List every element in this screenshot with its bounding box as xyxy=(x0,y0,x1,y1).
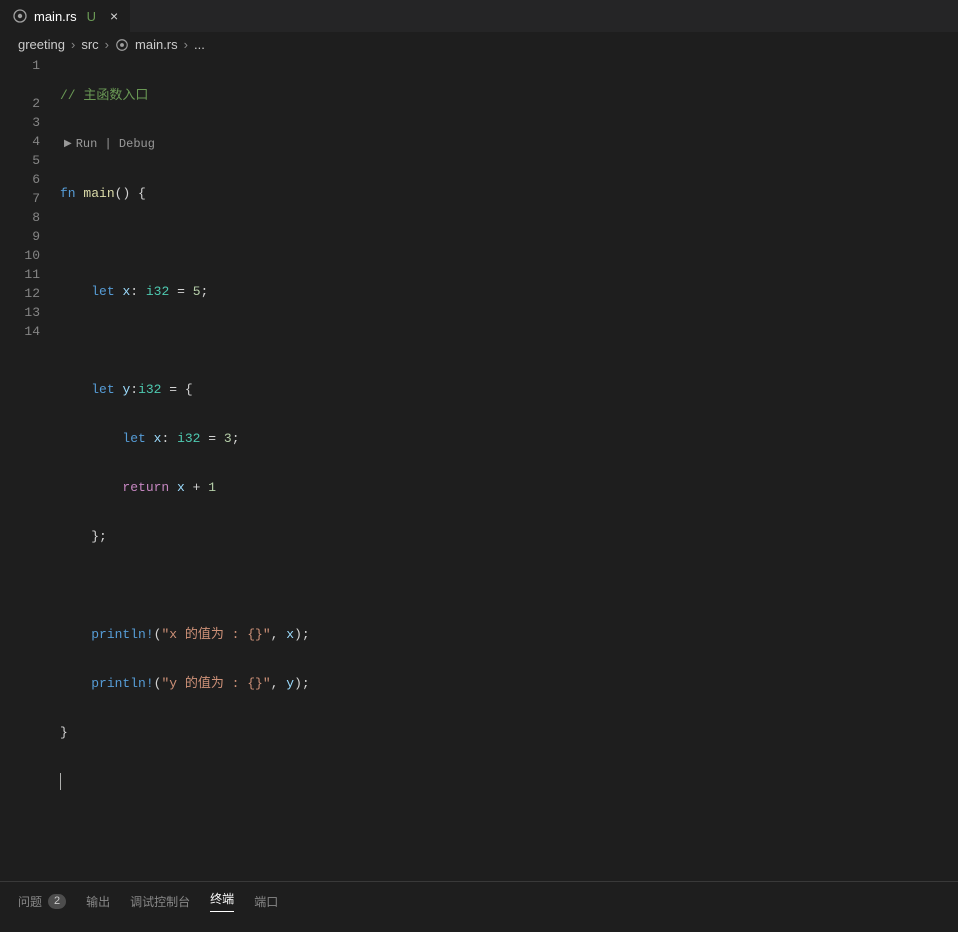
line-number: 12 xyxy=(0,284,40,303)
line-number: 1 xyxy=(0,56,40,75)
breadcrumb-symbol[interactable]: ... xyxy=(194,37,205,52)
panel-tab-bar: 问题 2 输出 调试控制台 终端 端口 xyxy=(0,882,958,918)
breadcrumb-folder[interactable]: greeting xyxy=(18,37,65,52)
tab-git-status: U xyxy=(87,9,96,24)
line-number: 14 xyxy=(0,322,40,341)
breadcrumb[interactable]: greeting › src › main.rs › ... xyxy=(0,33,958,56)
editor-cursor xyxy=(60,773,61,790)
line-number: 4 xyxy=(0,132,40,151)
terminal-content[interactable]: | 8 | return x + 1 | ------------ any co… xyxy=(0,918,958,932)
line-number: 8 xyxy=(0,208,40,227)
rust-file-icon xyxy=(115,38,129,52)
tab-bar: main.rs U × xyxy=(0,0,958,33)
tab-debug-console[interactable]: 调试控制台 xyxy=(130,890,190,912)
close-icon[interactable]: × xyxy=(110,8,118,24)
bottom-panel: 问题 2 输出 调试控制台 终端 端口 | 8 | return x + 1 |… xyxy=(0,881,958,882)
line-number: 2 xyxy=(0,94,40,113)
line-number: 9 xyxy=(0,227,40,246)
code-comment: // 主函数入口 xyxy=(60,88,148,103)
play-icon: ▶ xyxy=(64,135,72,154)
line-number: 7 xyxy=(0,189,40,208)
editor-tab-main-rs[interactable]: main.rs U × xyxy=(0,0,131,32)
chevron-right-icon: › xyxy=(71,37,75,52)
tab-ports[interactable]: 端口 xyxy=(254,890,278,912)
line-number: 11 xyxy=(0,265,40,284)
tab-problems[interactable]: 问题 2 xyxy=(18,890,66,912)
line-number xyxy=(0,75,40,94)
line-number-gutter: 1 2 3 4 5 6 7 8 9 10 11 12 13 14 xyxy=(0,56,60,821)
line-number: 13 xyxy=(0,303,40,322)
line-number: 10 xyxy=(0,246,40,265)
chevron-right-icon: › xyxy=(105,37,109,52)
codelens-run-debug[interactable]: ▶Run | Debug xyxy=(60,135,958,154)
chevron-right-icon: › xyxy=(184,37,188,52)
line-number: 3 xyxy=(0,113,40,132)
breadcrumb-file[interactable]: main.rs xyxy=(135,37,178,52)
tab-filename: main.rs xyxy=(34,9,77,24)
rust-file-icon xyxy=(12,8,28,24)
tab-output[interactable]: 输出 xyxy=(86,890,110,912)
tab-terminal[interactable]: 终端 xyxy=(210,890,234,912)
line-number: 6 xyxy=(0,170,40,189)
breadcrumb-folder[interactable]: src xyxy=(81,37,98,52)
line-number: 5 xyxy=(0,151,40,170)
code-content[interactable]: // 主函数入口 ▶Run | Debug fn main() { let x:… xyxy=(60,56,958,821)
problems-count-badge: 2 xyxy=(48,894,66,909)
code-editor[interactable]: 1 2 3 4 5 6 7 8 9 10 11 12 13 14 // 主函数入… xyxy=(0,56,958,821)
